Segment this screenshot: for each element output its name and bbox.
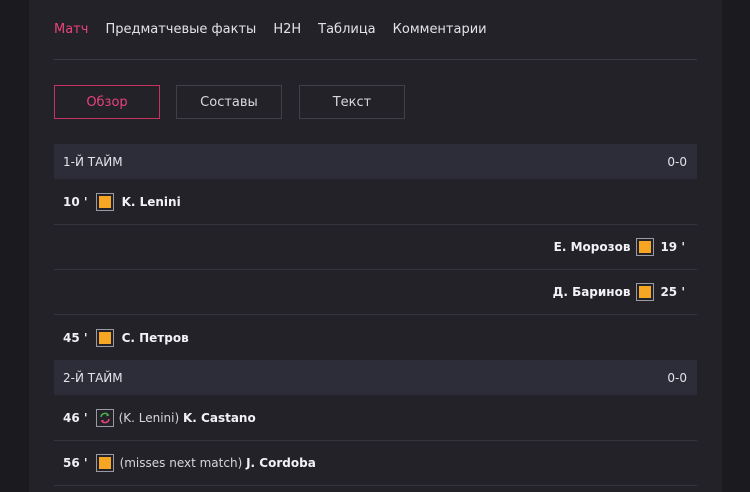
event-row: Д. Баринов 25 ' — [54, 270, 697, 315]
event-minute: 10 ' — [63, 195, 88, 209]
match-panel: Матч Предматчевые факты H2H Таблица Комм… — [29, 0, 722, 492]
event-minute: 46 ' — [63, 411, 88, 425]
event-minute: 19 ' — [660, 240, 685, 254]
event-player[interactable]: Д. Баринов — [553, 285, 631, 299]
tab-prematch-facts[interactable]: Предматчевые факты — [105, 22, 256, 37]
period-score: 0-0 — [667, 154, 687, 169]
event-row: Е. Морозов 19 ' — [54, 225, 697, 270]
event-row: 45 ' С. Петров — [54, 315, 697, 360]
period-label: 2-Й ТАЙМ — [63, 370, 123, 385]
event-player[interactable]: Е. Морозов — [554, 240, 631, 254]
nav-divider — [54, 59, 697, 60]
event-note: (misses next match) — [119, 456, 243, 470]
event-player[interactable]: K. Castano — [183, 411, 256, 425]
yellow-card-icon — [95, 193, 114, 211]
match-nav: Матч Предматчевые факты H2H Таблица Комм… — [54, 22, 504, 37]
text-button[interactable]: Текст — [299, 85, 405, 119]
period-header-first-half: 1-Й ТАЙМ 0-0 — [54, 144, 697, 179]
tab-comments[interactable]: Комментарии — [393, 22, 487, 37]
event-row: 56 ' (misses next match) J. Cordoba — [54, 441, 697, 486]
event-player[interactable]: J. Cordoba — [246, 456, 316, 470]
event-row: 46 ' (K. Lenini) K. Castano — [54, 396, 697, 441]
lineups-button[interactable]: Составы — [176, 85, 282, 119]
yellow-card-icon — [636, 283, 655, 301]
event-row: 10 ' K. Lenini — [54, 180, 697, 225]
period-header-second-half: 2-Й ТАЙМ 0-0 — [54, 360, 697, 395]
event-minute: 25 ' — [660, 285, 685, 299]
event-minute: 45 ' — [63, 330, 88, 345]
tab-h2h[interactable]: H2H — [273, 22, 301, 37]
event-minute: 56 ' — [63, 456, 88, 470]
overview-button[interactable]: Обзор — [54, 85, 160, 119]
yellow-card-icon — [636, 238, 655, 256]
substitution-icon — [95, 409, 114, 427]
event-player[interactable]: K. Lenini — [122, 195, 181, 209]
tab-match[interactable]: Матч — [54, 22, 88, 37]
yellow-card-icon — [95, 454, 114, 472]
period-score: 0-0 — [667, 370, 687, 385]
yellow-card-icon — [95, 328, 114, 347]
event-note: (K. Lenini) — [118, 411, 180, 425]
tab-table[interactable]: Таблица — [318, 22, 376, 37]
period-label: 1-Й ТАЙМ — [63, 154, 123, 169]
event-player[interactable]: С. Петров — [122, 331, 189, 345]
